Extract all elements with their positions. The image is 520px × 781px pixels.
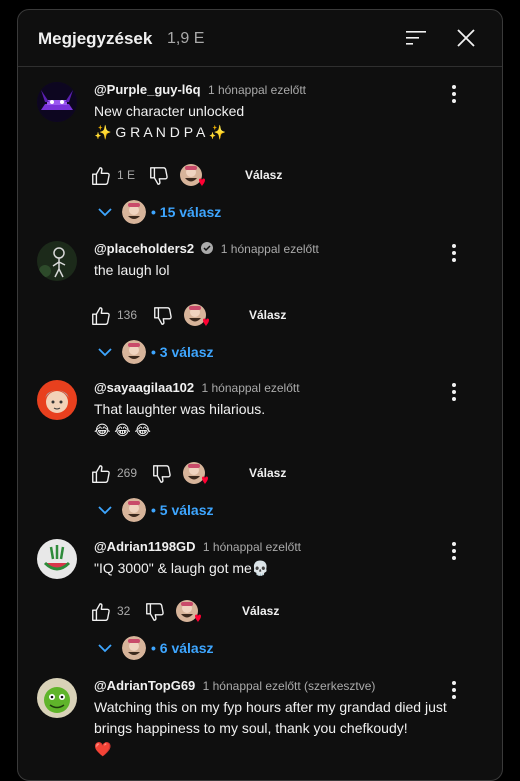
like-icon[interactable] (90, 165, 112, 187)
more-options-icon[interactable] (444, 82, 464, 106)
comment-meta: @Adrian1198GD 1 hónappal ezelőtt (94, 539, 301, 554)
comment-time[interactable]: 1 hónappal ezelőtt (203, 540, 301, 554)
replies-count[interactable]: • 15 válasz (151, 204, 221, 220)
comment-actions: 136 Válasz (90, 304, 390, 329)
comment-text: "IQ 3000" & laugh got me💀 (94, 560, 270, 576)
creator-avatar-icon (122, 200, 146, 224)
creator-heart-icon (180, 164, 205, 187)
creator-heart-icon (184, 304, 209, 327)
comment-meta: @sayaagilaa102 1 hónappal ezelőtt (94, 380, 300, 395)
dislike-icon[interactable] (151, 463, 173, 485)
comment-text: New character unlocked ✨ G R A N D P A ✨ (94, 103, 245, 140)
comment-meta: @Purple_guy-l6q 1 hónappal ezelőtt (94, 82, 306, 97)
creator-avatar-icon (122, 636, 146, 660)
close-icon[interactable] (454, 26, 478, 50)
verified-badge-icon (201, 242, 214, 254)
comment-author[interactable]: @sayaagilaa102 (94, 380, 194, 395)
avatar[interactable] (37, 82, 77, 122)
comment-author[interactable]: @placeholders2 (94, 241, 194, 256)
more-options-icon[interactable] (444, 241, 464, 265)
comments-header: Megjegyzések 1,9 E (18, 10, 502, 67)
like-count: 1 E (117, 168, 136, 182)
more-options-icon[interactable] (444, 678, 464, 702)
dislike-icon[interactable] (148, 165, 170, 187)
avatar[interactable] (37, 539, 77, 579)
replies-toggle[interactable]: • 6 válasz (96, 635, 296, 661)
comment-time[interactable]: 1 hónappal ezelőtt (201, 381, 299, 395)
replies-count[interactable]: • 6 válasz (151, 640, 214, 656)
more-options-icon[interactable] (444, 539, 464, 563)
comment-time[interactable]: 1 hónappal ezelőtt (208, 83, 306, 97)
comment-actions: 269 Válasz (90, 462, 390, 487)
comment-meta: @placeholders2 1 hónappal ezelőtt (94, 241, 319, 256)
dislike-icon[interactable] (152, 305, 174, 327)
reply-button[interactable]: Válasz (249, 308, 286, 322)
like-icon[interactable] (90, 463, 112, 485)
comment-actions: 1 E Válasz (90, 164, 390, 189)
green-character-avatar-icon (37, 678, 77, 718)
comment-meta: @AdrianTopG69 1 hónappal ezelőtt (szerke… (94, 678, 375, 693)
comments-title: Megjegyzések (38, 29, 153, 48)
creator-avatar-icon (122, 498, 146, 522)
stick-figure-avatar-icon (37, 241, 77, 281)
reply-button[interactable]: Válasz (242, 604, 279, 618)
avatar[interactable] (37, 241, 77, 281)
like-count: 269 (117, 466, 138, 480)
replies-toggle[interactable]: • 15 válasz (96, 199, 296, 225)
comment-text: the laugh lol (94, 262, 170, 278)
anime-character-avatar-icon (37, 380, 77, 420)
reply-button[interactable]: Válasz (249, 466, 286, 480)
like-icon[interactable] (90, 305, 112, 327)
chevron-down-icon (98, 644, 112, 653)
reply-button[interactable]: Válasz (245, 168, 282, 182)
avatar[interactable] (37, 678, 77, 718)
like-count: 136 (117, 308, 138, 322)
creator-heart-icon (176, 600, 201, 623)
comment-time[interactable]: 1 hónappal ezelőtt (szerkesztve) (203, 679, 376, 693)
chevron-down-icon (98, 348, 112, 357)
comment-author[interactable]: @Adrian1198GD (94, 539, 196, 554)
creator-heart-icon (183, 462, 208, 485)
comment-author[interactable]: @AdrianTopG69 (94, 678, 195, 693)
more-options-icon[interactable] (444, 380, 464, 404)
replies-toggle[interactable]: • 5 válasz (96, 497, 296, 523)
like-count: 32 (117, 604, 131, 618)
replies-count[interactable]: • 5 válasz (151, 502, 214, 518)
replies-count[interactable]: • 3 válasz (151, 344, 214, 360)
comments-count: 1,9 E (167, 30, 205, 47)
sort-icon[interactable] (404, 26, 428, 50)
comment-time[interactable]: 1 hónappal ezelőtt (221, 242, 319, 256)
dislike-icon[interactable] (144, 601, 166, 623)
comment-actions: 32 Válasz (90, 600, 390, 625)
replies-toggle[interactable]: • 3 válasz (96, 339, 296, 365)
like-icon[interactable] (90, 601, 112, 623)
watermelon-logo-avatar-icon (37, 539, 77, 579)
comment-author[interactable]: @Purple_guy-l6q (94, 82, 201, 97)
avatar[interactable] (37, 380, 77, 420)
purple-guy-avatar-icon (37, 82, 77, 122)
comment-text: That laughter was hilarious. 😂 😂 😂 (94, 401, 266, 438)
comment-text: Watching this on my fyp hours after my g… (94, 699, 447, 757)
chevron-down-icon (98, 506, 112, 515)
chevron-down-icon (98, 208, 112, 217)
comments-panel: Megjegyzések 1,9 E @Purple_guy-l6q 1 hón… (17, 9, 503, 781)
creator-avatar-icon (122, 340, 146, 364)
